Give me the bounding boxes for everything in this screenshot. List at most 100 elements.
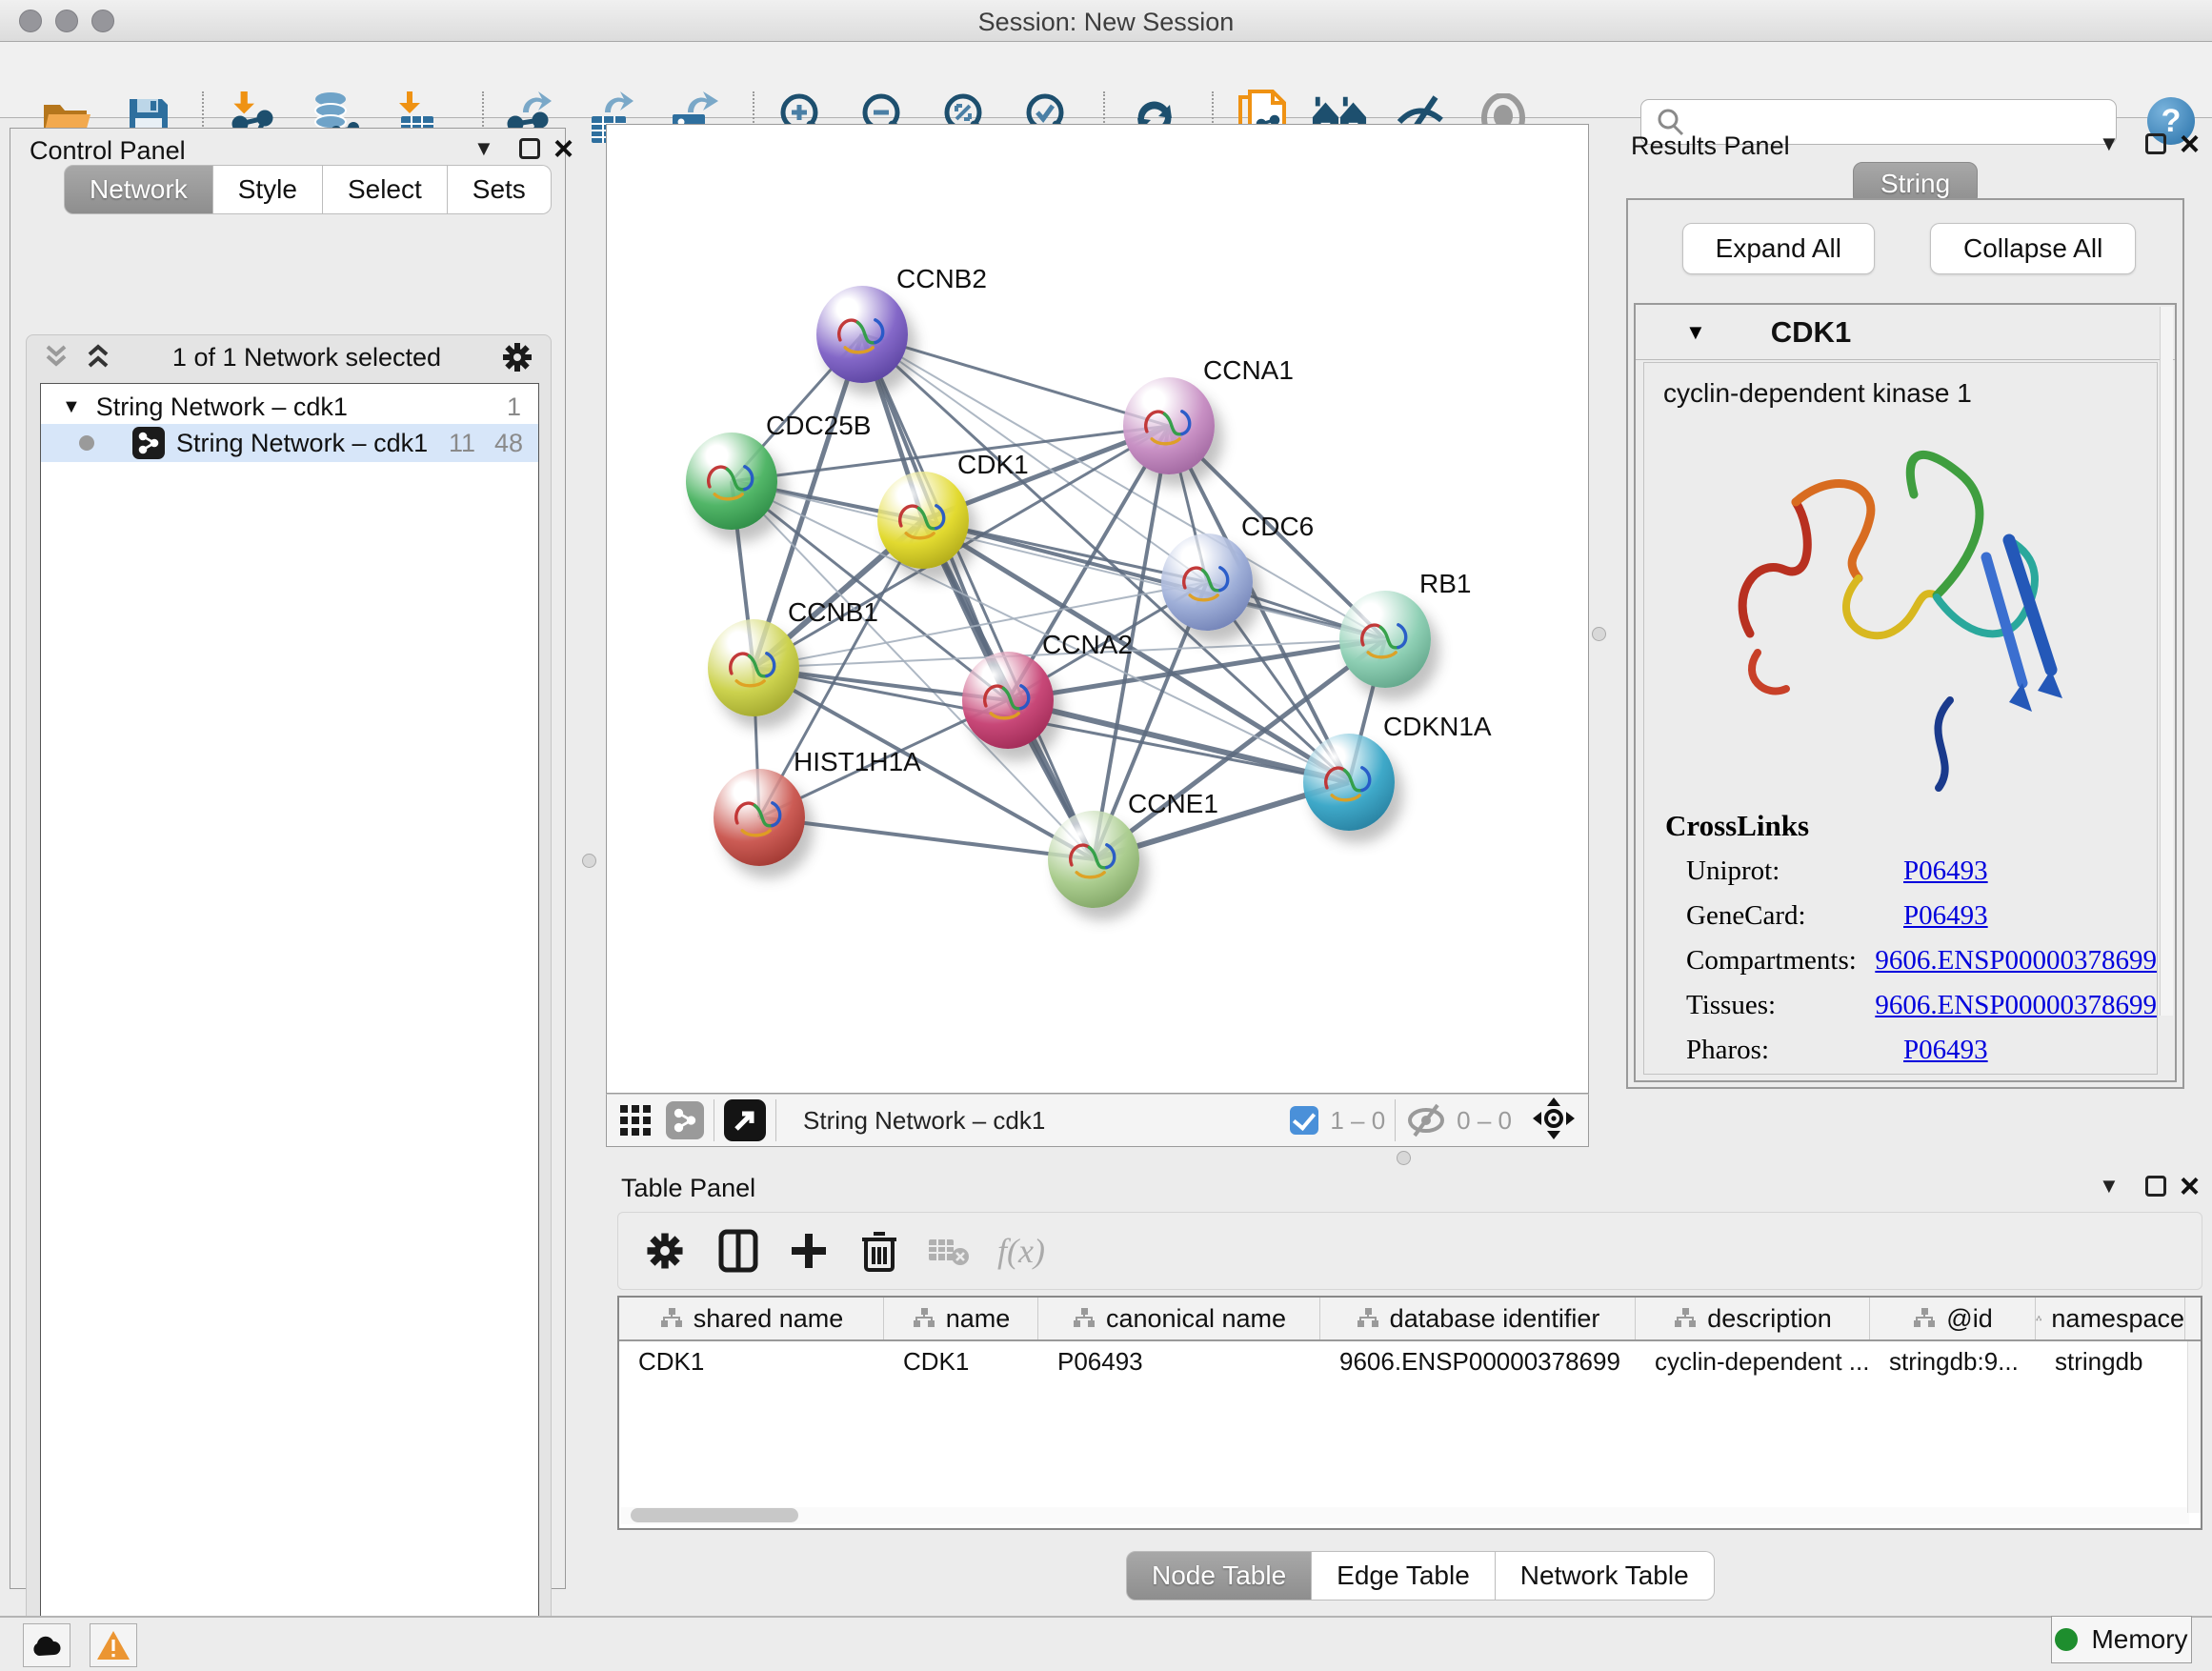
- network-node-CDC6[interactable]: [1161, 534, 1253, 631]
- column-header-name[interactable]: name: [884, 1298, 1038, 1339]
- tab-select[interactable]: Select: [323, 165, 448, 214]
- crosslink-link[interactable]: P06493: [1903, 900, 1988, 932]
- network-selection-status: 1 of 1 Network selected: [112, 343, 501, 372]
- column-header--id[interactable]: @id: [1870, 1298, 2036, 1339]
- network-collection-row[interactable]: ▼ String Network – cdk1 1: [41, 390, 538, 424]
- crosslink-link[interactable]: 9606.ENSP00000378699: [1875, 945, 2157, 976]
- left-splitter-handle[interactable]: [582, 854, 596, 868]
- crosslink-link[interactable]: 9606.ENSP00000378699: [1875, 990, 2157, 1021]
- crosslink-row: Uniprot:P06493: [1644, 849, 2157, 894]
- selected-nodes-checkbox-icon[interactable]: [1290, 1106, 1318, 1135]
- network-edges: [607, 125, 1588, 1093]
- collapse-all-button[interactable]: Collapse All: [1930, 223, 2136, 274]
- crosslink-link[interactable]: P06493: [1903, 1035, 1988, 1066]
- window-title: Session: New Session: [0, 8, 2212, 37]
- network-node-CDKN1A[interactable]: [1303, 734, 1395, 831]
- node-label-CDKN1A: CDKN1A: [1383, 712, 1492, 742]
- memory-status-dot-icon: [2055, 1628, 2078, 1651]
- edge-CDK1-RB1[interactable]: [923, 520, 1385, 639]
- table-cell[interactable]: 9606.ENSP00000378699: [1320, 1341, 1636, 1383]
- table-panel-float-button[interactable]: [2145, 1176, 2166, 1197]
- results-panel-title: Results Panel: [1631, 131, 1790, 161]
- network-node-CCNB1[interactable]: [708, 619, 799, 716]
- column-header-shared-name[interactable]: shared name: [619, 1298, 884, 1339]
- title-bar: Session: New Session: [0, 0, 2212, 42]
- network-view-icon[interactable]: [666, 1101, 704, 1139]
- gene-disclosure-triangle-icon[interactable]: ▼: [1685, 320, 1706, 345]
- column-header-namespace[interactable]: namespace: [2036, 1298, 2185, 1339]
- table-cell[interactable]: P06493: [1038, 1341, 1320, 1383]
- detach-view-icon[interactable]: [724, 1099, 766, 1141]
- right-splitter-handle[interactable]: [1592, 627, 1606, 641]
- bottom-splitter-handle[interactable]: [1397, 1151, 1411, 1165]
- tab-network[interactable]: Network: [64, 165, 213, 214]
- table-horizontal-scrollbar[interactable]: [621, 1507, 2189, 1524]
- table-cell[interactable]: cyclin-dependent ...: [1636, 1341, 1870, 1383]
- tab-node-table[interactable]: Node Table: [1126, 1551, 1312, 1601]
- crosslink-label: GeneCard:: [1686, 900, 1903, 932]
- cloud-sync-button[interactable]: [23, 1623, 70, 1667]
- expand-all-button[interactable]: Expand All: [1682, 223, 1875, 274]
- grid-view-icon[interactable]: [618, 1103, 653, 1137]
- collapse-all-networks-icon[interactable]: [42, 343, 70, 372]
- table-cell[interactable]: CDK1: [619, 1341, 884, 1383]
- table-cell[interactable]: stringdb:9...: [1870, 1341, 2036, 1383]
- tab-sets[interactable]: Sets: [448, 165, 552, 214]
- expand-all-networks-icon[interactable]: [84, 343, 112, 372]
- network-node-CCNB2[interactable]: [816, 286, 908, 383]
- edge-CCNB2-CCNE1[interactable]: [862, 334, 1094, 859]
- results-scrollbar[interactable]: [2160, 307, 2173, 1016]
- results-panel-menu-button[interactable]: ▼: [2099, 131, 2120, 156]
- disclosure-triangle-icon[interactable]: ▼: [62, 396, 81, 418]
- memory-button[interactable]: Memory: [2051, 1616, 2192, 1663]
- tab-style[interactable]: Style: [213, 165, 323, 214]
- table-cell[interactable]: CDK1: [884, 1341, 1038, 1383]
- control-panel-close-button[interactable]: ×: [553, 138, 573, 159]
- hidden-eye-slash-icon[interactable]: [1405, 1103, 1447, 1137]
- table-vertical-scrollbar[interactable]: [2187, 1341, 2201, 1513]
- string-network-icon: [132, 427, 165, 459]
- control-panel-menu-button[interactable]: ▼: [473, 136, 494, 161]
- column-header-description[interactable]: description: [1636, 1298, 1870, 1339]
- network-node-HIST1H1A[interactable]: [714, 769, 805, 866]
- delete-column-icon[interactable]: [860, 1228, 898, 1274]
- network-options-gear-icon[interactable]: [501, 341, 533, 373]
- column-header-database-identifier[interactable]: database identifier: [1320, 1298, 1636, 1339]
- node-label-HIST1H1A: HIST1H1A: [794, 747, 921, 777]
- network-row-selected[interactable]: String Network – cdk1 11 48: [41, 424, 538, 462]
- function-builder-button: f(x): [997, 1231, 1045, 1271]
- control-panel-float-button[interactable]: [519, 138, 540, 159]
- node-count: 11: [449, 429, 475, 458]
- protein-structure-image: [1700, 414, 2101, 795]
- network-node-RB1[interactable]: [1339, 591, 1431, 688]
- scrollbar-thumb[interactable]: [631, 1508, 798, 1522]
- results-panel-close-button[interactable]: ×: [2180, 133, 2200, 154]
- tab-edge-table[interactable]: Edge Table: [1312, 1551, 1496, 1601]
- network-node-CCNA1[interactable]: [1123, 377, 1215, 474]
- gene-name: CDK1: [1771, 315, 1851, 350]
- network-canvas[interactable]: CCNB2 CCNA1 CDC25B CDK1 CDC6 RB1 CCNB1 C…: [606, 124, 1589, 1094]
- network-node-CCNA2[interactable]: [962, 652, 1054, 749]
- table-panel-title: Table Panel: [621, 1174, 755, 1203]
- results-panel-float-button[interactable]: [2145, 133, 2166, 154]
- column-header-canonical-name[interactable]: canonical name: [1038, 1298, 1320, 1339]
- table-cell[interactable]: stringdb: [2036, 1341, 2185, 1383]
- table-options-gear-icon[interactable]: [645, 1231, 685, 1271]
- table-toolbar: f(x): [617, 1212, 2202, 1290]
- table-panel-menu-button[interactable]: ▼: [2099, 1174, 2120, 1198]
- network-node-CCNE1[interactable]: [1048, 811, 1139, 908]
- add-column-icon[interactable]: [788, 1230, 830, 1272]
- edge-HIST1H1A-CCNE1[interactable]: [759, 817, 1094, 859]
- show-columns-icon[interactable]: [717, 1228, 759, 1274]
- crosslink-link[interactable]: P06493: [1903, 856, 1988, 887]
- table-panel-close-button[interactable]: ×: [2180, 1176, 2200, 1197]
- application-window: Session: New Session: [0, 0, 2212, 1671]
- warnings-button[interactable]: [90, 1623, 137, 1667]
- birds-eye-view-button[interactable]: [1533, 1097, 1575, 1144]
- crosslink-label: Uniprot:: [1686, 856, 1903, 887]
- tab-network-table[interactable]: Network Table: [1496, 1551, 1715, 1601]
- node-label-RB1: RB1: [1419, 569, 1471, 599]
- network-node-CDK1[interactable]: [877, 472, 969, 569]
- network-node-CDC25B[interactable]: [686, 433, 777, 530]
- edge-CCNB2-CCNA1[interactable]: [862, 334, 1169, 426]
